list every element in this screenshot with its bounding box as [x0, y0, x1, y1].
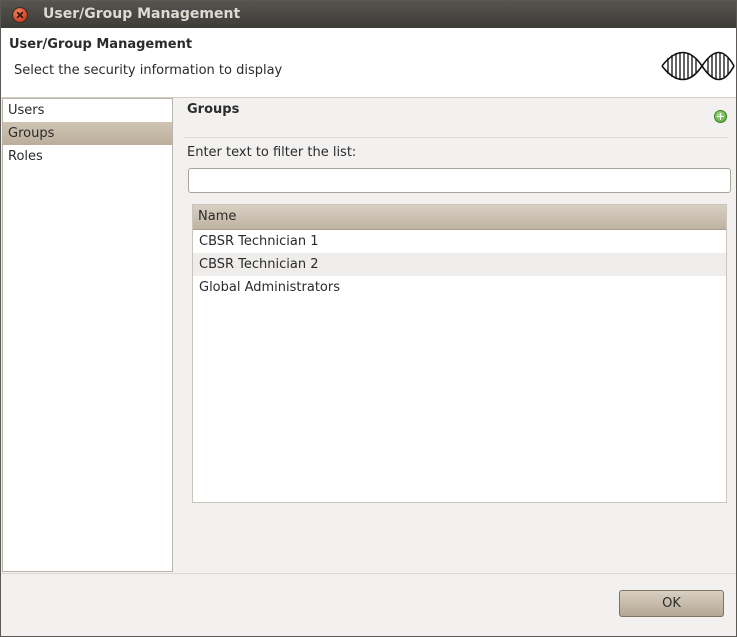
filter-input[interactable] — [188, 168, 731, 193]
header-description: Select the security information to displ… — [14, 63, 283, 78]
filter-label: Enter text to filter the list: — [187, 145, 357, 160]
sidebar-item-groups[interactable]: Groups — [3, 122, 172, 145]
dialog-window: User/Group Management User/Group Managem… — [0, 0, 737, 637]
groups-table[interactable]: Name CBSR Technician 1 CBSR Technician 2… — [192, 204, 727, 503]
sidebar-item-roles[interactable]: Roles — [3, 145, 172, 168]
table-row[interactable]: CBSR Technician 1 — [193, 230, 726, 253]
security-sidebar: Users Groups Roles — [2, 98, 173, 572]
title-bar[interactable]: User/Group Management — [1, 1, 736, 28]
dialog-header: User/Group Management Select the securit… — [1, 28, 736, 98]
header-title: User/Group Management — [9, 37, 193, 52]
table-row[interactable]: CBSR Technician 2 — [193, 253, 726, 276]
close-icon[interactable] — [12, 7, 28, 23]
column-header-name[interactable]: Name — [193, 205, 726, 230]
window-title: User/Group Management — [43, 6, 241, 22]
ok-button[interactable]: OK — [619, 590, 724, 617]
section-title: Groups — [187, 102, 240, 117]
sidebar-item-users[interactable]: Users — [3, 99, 172, 122]
table-row[interactable]: Global Administrators — [193, 276, 726, 299]
groups-panel: Groups Enter text to filter the list: Na… — [174, 98, 736, 572]
footer-divider — [1, 573, 736, 574]
add-icon[interactable] — [714, 110, 727, 123]
section-divider — [184, 137, 729, 138]
dna-logo — [661, 51, 735, 81]
